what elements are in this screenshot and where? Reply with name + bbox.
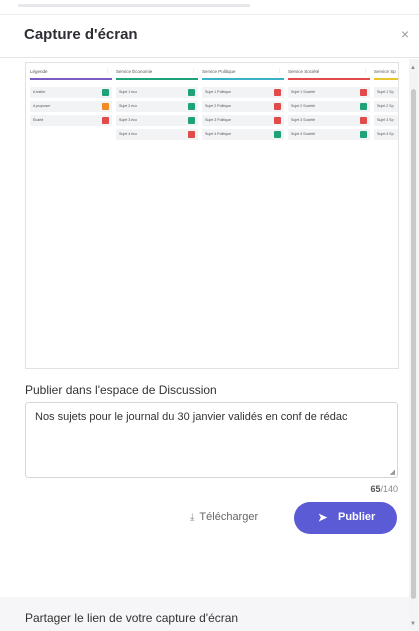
download-button[interactable]: ⤓ Télécharger: [190, 511, 258, 523]
column-menu-icon: ⋮: [191, 69, 197, 74]
board-card-label: Sujet 4 Société: [291, 132, 316, 136]
board-card: Sujet 2 éco: [116, 101, 198, 112]
board-column-title: Service Sp⋮: [374, 69, 396, 74]
status-badge: [188, 117, 195, 124]
column-menu-icon: ⋮: [277, 69, 283, 74]
board-card-label: Sujet 2 éco: [119, 104, 137, 108]
message-textarea[interactable]: Nos sujets pour le journal du 30 janvier…: [25, 402, 398, 478]
status-badge: [102, 89, 109, 96]
board-card: Sujet 2 Politique: [202, 101, 284, 112]
scroll-down-icon[interactable]: ▼: [410, 621, 416, 627]
column-menu-icon: ⋮: [105, 69, 111, 74]
char-count: 65: [370, 484, 381, 494]
board-card-label: Sujet 4 Sp: [377, 132, 394, 136]
resize-handle-icon[interactable]: ◢: [390, 468, 395, 476]
board-card-label: Sujet 3 Sp: [377, 118, 394, 122]
board-column-title: Service Économie ⋮: [116, 67, 198, 77]
board-card: Sujet 4 Société: [288, 129, 370, 140]
board-card-label: Sujet 2 Politique: [205, 104, 231, 108]
column-sub: [288, 80, 370, 87]
publish-label: Publier dans l'espace de Discussion: [25, 383, 217, 397]
share-label: Partager le lien de votre capture d'écra…: [25, 611, 239, 625]
board-column: Légende ⋮ A traiter A proposer Écarté: [30, 67, 112, 129]
board-card-label: Sujet 1 Société: [291, 90, 316, 94]
status-badge: [274, 117, 281, 124]
board-card-label: Écarté: [33, 118, 44, 122]
board-card-label: Sujet 2 Sp: [377, 104, 394, 108]
column-sub: [202, 80, 284, 87]
column-menu-icon: ⋮: [363, 69, 369, 74]
board-card: Sujet 1 éco: [116, 87, 198, 98]
board-card-label: A traiter: [33, 90, 46, 94]
status-badge: [360, 131, 367, 138]
char-max: /140: [380, 484, 398, 494]
send-icon: ➤: [318, 512, 328, 524]
status-badge: [360, 103, 367, 110]
char-counter: 65/140: [370, 484, 398, 494]
modal-title: Capture d'écran: [24, 26, 138, 43]
board-card-label: Sujet 4 éco: [119, 132, 137, 136]
board-card-label: Sujet 1 Politique: [205, 90, 231, 94]
column-sub: [30, 80, 112, 87]
board-column: Service Politique ⋮ Sujet 1 Politique Sujet…: [202, 67, 284, 143]
column-sub: [374, 80, 398, 87]
status-badge: [274, 131, 281, 138]
status-badge: [102, 103, 109, 110]
board-card: A traiter: [30, 87, 112, 98]
board-card: Sujet 4 Sp: [374, 129, 398, 140]
scroll-up-icon[interactable]: ▲: [410, 65, 416, 71]
scrollbar[interactable]: ▲ ▼: [409, 59, 419, 631]
screenshot-preview: Légende ⋮ A traiter A proposer Écarté Service…: [25, 62, 399, 369]
board-card: Sujet 1 Société: [288, 87, 370, 98]
scrollbar-thumb[interactable]: [411, 89, 416, 599]
status-badge: [360, 117, 367, 124]
board-card: Sujet 3 Politique: [202, 115, 284, 126]
board-card-label: Sujet 3 Politique: [205, 118, 231, 122]
board-column-title: Service Politique ⋮: [202, 67, 284, 77]
board-column: Service Société ⋮ Sujet 1 Société Sujet 2 S…: [288, 67, 370, 143]
publish-button[interactable]: ➤ Publier: [294, 502, 397, 534]
top-bar: [18, 4, 250, 7]
board-card: A proposer: [30, 101, 112, 112]
board-card-label: Sujet 3 Société: [291, 118, 316, 122]
download-icon: ⤓: [190, 512, 195, 523]
modal-header: Capture d'écran ×: [0, 15, 419, 58]
close-icon[interactable]: ×: [401, 26, 409, 42]
board-card-label: Sujet 3 éco: [119, 118, 137, 122]
board-card-label: Sujet 2 Société: [291, 104, 316, 108]
board-card: Sujet 1 Sp: [374, 87, 398, 98]
status-badge: [188, 131, 195, 138]
board-card: Sujet 1 Politique: [202, 87, 284, 98]
download-label: Télécharger: [199, 511, 259, 523]
board-card-label: Sujet 4 Politique: [205, 132, 231, 136]
board-card: Sujet 2 Sp: [374, 101, 398, 112]
board-card: Sujet 4 Politique: [202, 129, 284, 140]
board-column-title: Légende ⋮: [30, 67, 112, 77]
board-column: Service Économie ⋮ Sujet 1 éco Sujet 2 éco S…: [116, 67, 198, 143]
status-badge: [274, 89, 281, 96]
board-card-label: A proposer: [33, 104, 51, 108]
publish-label-text: Publier: [338, 511, 376, 523]
board-column: Service Sp⋮ Sujet 1 Sp Sujet 2 Sp Sujet 3 S…: [374, 67, 398, 143]
status-badge: [360, 89, 367, 96]
board-column-title: Service Société ⋮: [288, 67, 370, 77]
status-badge: [274, 103, 281, 110]
screenshot-modal: Capture d'écran × Légende ⋮ A traiter A pro…: [0, 14, 419, 631]
board-card: Sujet 3 Sp: [374, 115, 398, 126]
column-sub: [116, 80, 198, 87]
status-badge: [102, 117, 109, 124]
status-badge: [188, 89, 195, 96]
board-card: Sujet 4 éco: [116, 129, 198, 140]
board-card-label: Sujet 1 éco: [119, 90, 137, 94]
board-card: Sujet 3 éco: [116, 115, 198, 126]
status-badge: [188, 103, 195, 110]
board-card: Sujet 3 Société: [288, 115, 370, 126]
board-card-label: Sujet 1 Sp: [377, 90, 394, 94]
message-text[interactable]: Nos sujets pour le journal du 30 janvier…: [35, 411, 347, 423]
board-card: Sujet 2 Société: [288, 101, 370, 112]
board-card: Écarté: [30, 115, 112, 126]
page-top-strip: [0, 0, 419, 14]
